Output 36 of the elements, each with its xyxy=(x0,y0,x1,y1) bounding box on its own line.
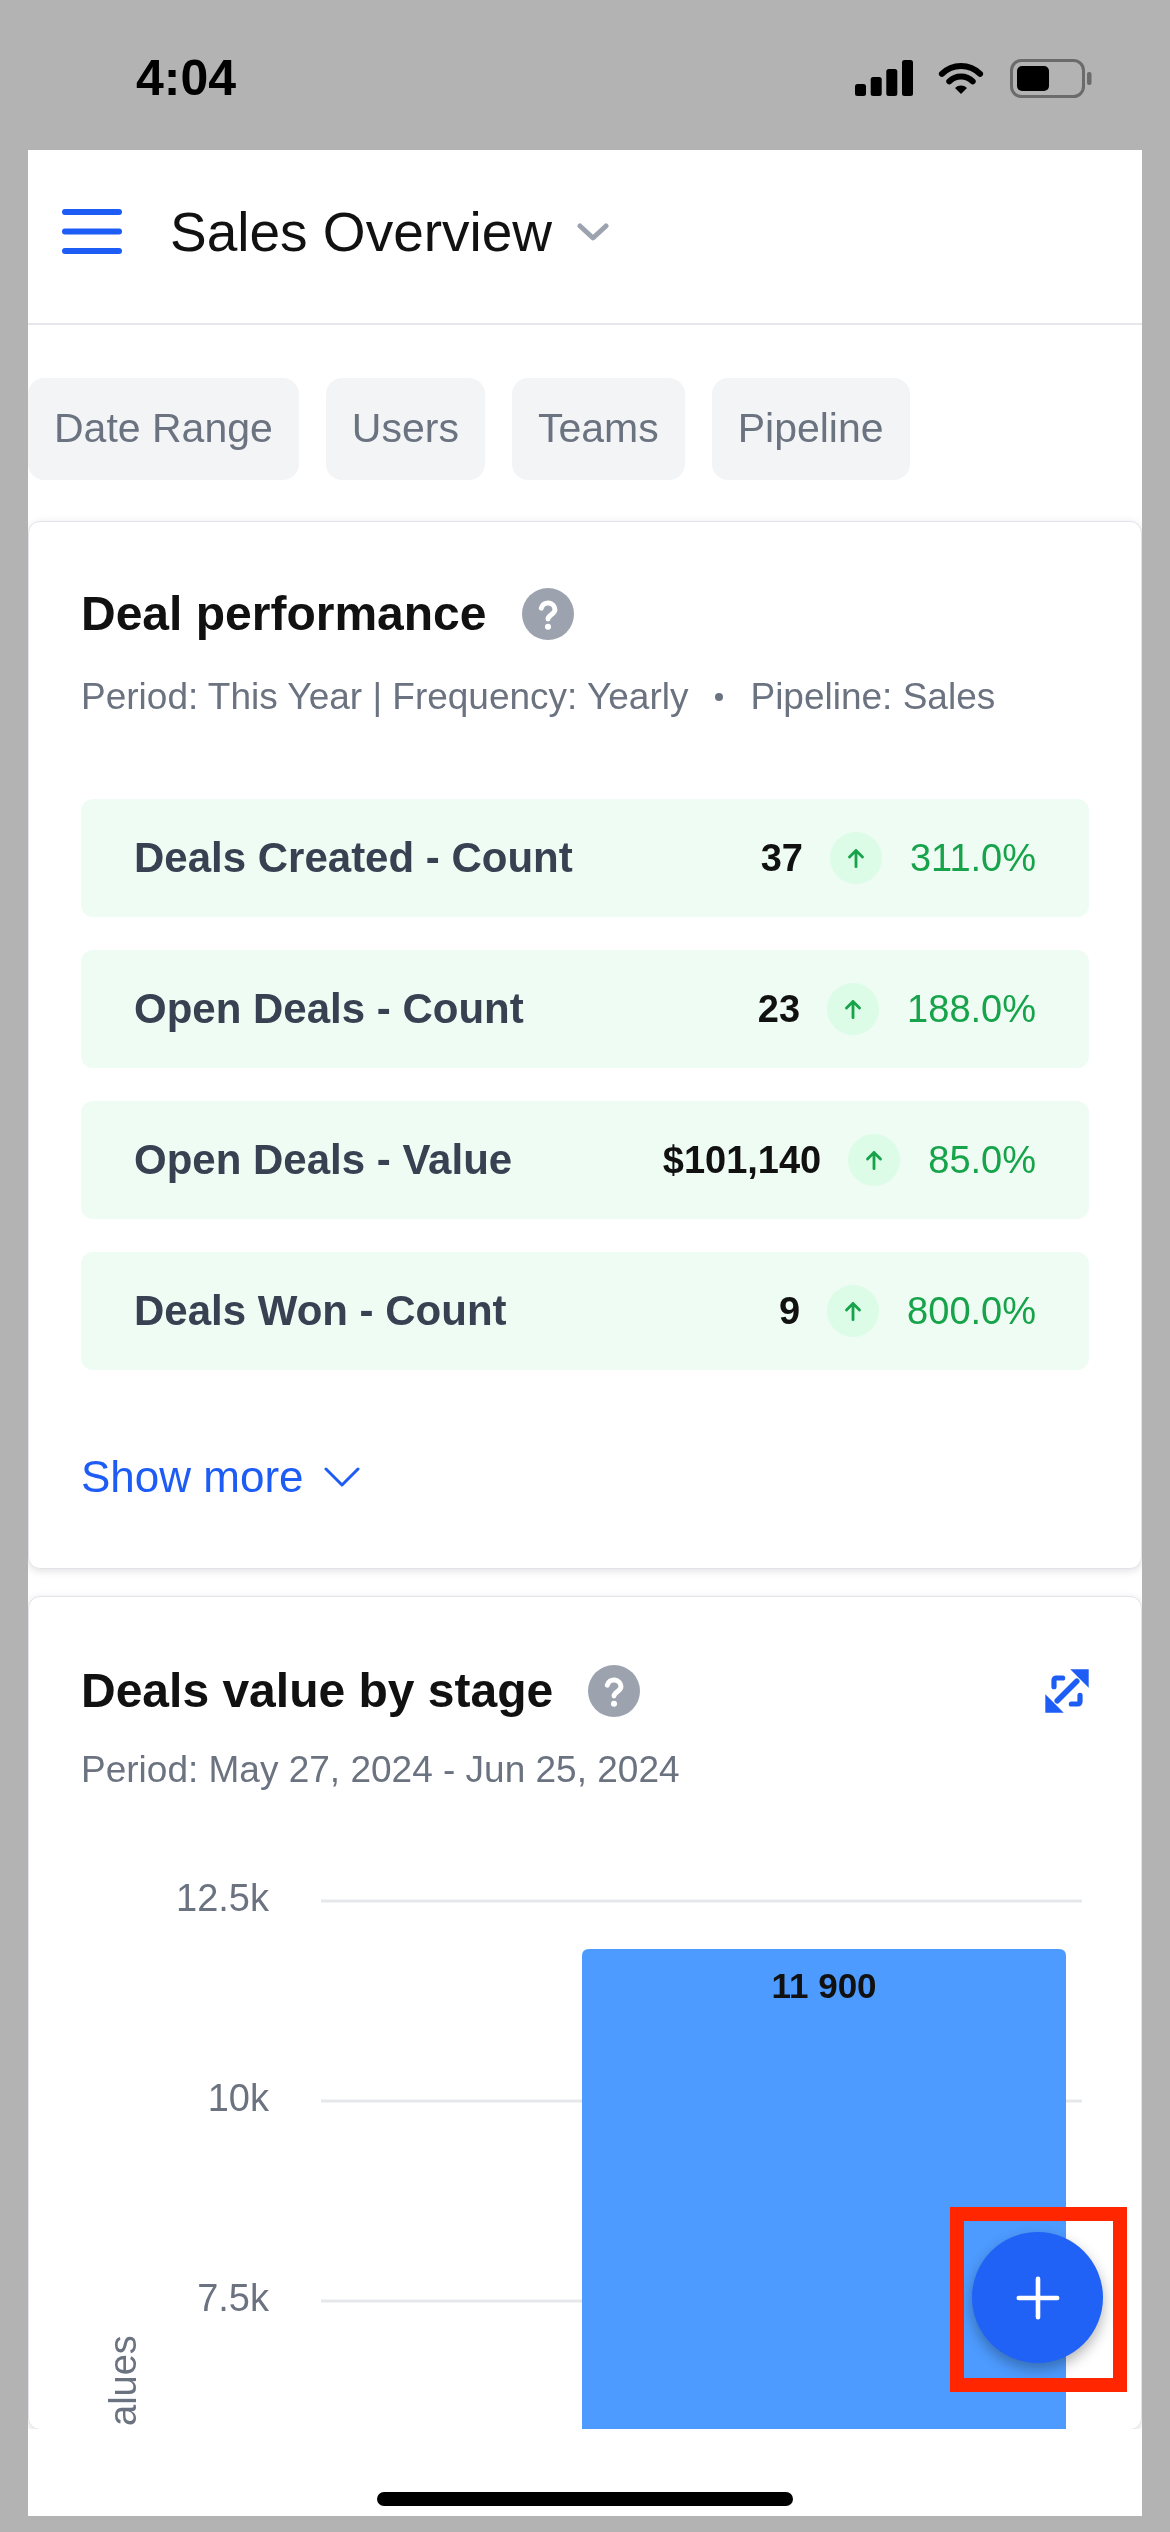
filter-chip[interactable]: Date Range xyxy=(28,378,299,480)
status-time: 4:04 xyxy=(136,50,237,106)
metric-change: 311.0% xyxy=(909,836,1036,881)
show-more-link[interactable]: Show more xyxy=(81,1451,360,1503)
metric-change: 800.0% xyxy=(907,1289,1036,1334)
metric-label: Deals Won - Count xyxy=(134,1286,507,1336)
chevron-down-icon xyxy=(323,1467,360,1487)
menu-icon[interactable] xyxy=(62,209,122,254)
y-tick-label: 7.5k xyxy=(197,2277,269,2320)
filter-chip[interactable]: Teams xyxy=(511,378,685,480)
metric-value: 23 xyxy=(756,987,801,1032)
metric-value: $101,140 xyxy=(661,1138,822,1183)
y-axis-label: alues xyxy=(102,2335,144,2426)
y-tick-label: 12.5k xyxy=(176,1877,269,1920)
metric-value: 9 xyxy=(777,1289,801,1334)
y-tick-label: 10k xyxy=(207,2077,269,2120)
card-subtitle: Period: This Year | Frequency: Yearly xyxy=(81,675,689,719)
battery-icon xyxy=(1010,58,1092,98)
card-subtitle: Period: May 27, 2024 - Jun 25, 2024 xyxy=(81,1748,681,1792)
metric-label: Open Deals - Value xyxy=(134,1135,513,1185)
card-title: Deal performance xyxy=(81,586,487,642)
filter-chip[interactable]: Users xyxy=(325,378,485,480)
metric-change: 188.0% xyxy=(907,987,1036,1032)
dashboard-selector[interactable]: Sales Overview xyxy=(170,199,610,264)
wifi-icon xyxy=(936,60,986,96)
metric-change: 85.0% xyxy=(928,1138,1036,1183)
bar-value-label: 11 900 xyxy=(771,1966,877,2006)
filter-chip[interactable]: Pipeline xyxy=(711,378,910,480)
plus-icon xyxy=(1014,2274,1061,2321)
metric-value: 37 xyxy=(759,836,803,881)
card-subtitle: Pipeline: Sales xyxy=(750,675,996,719)
card-title: Deals value by stage xyxy=(81,1663,554,1719)
metric-label: Open Deals - Count xyxy=(134,984,524,1034)
chevron-down-icon xyxy=(577,222,610,241)
metric-label: Deals Created - Count xyxy=(134,833,573,883)
signal-icon xyxy=(855,60,913,96)
